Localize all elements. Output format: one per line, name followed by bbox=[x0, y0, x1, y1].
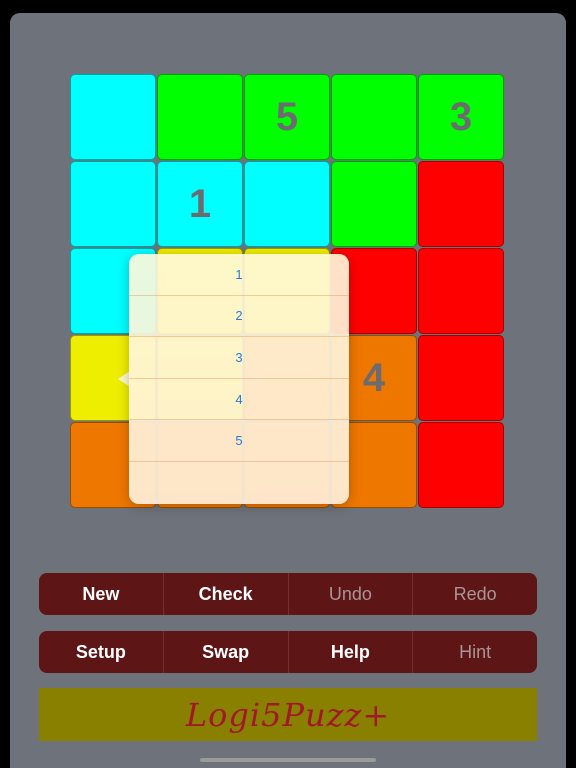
app-logo-title: Logi5Puzz+ bbox=[185, 695, 391, 734]
home-indicator[interactable] bbox=[200, 758, 376, 762]
grid-cell[interactable] bbox=[418, 335, 504, 421]
grid-cell[interactable] bbox=[418, 161, 504, 247]
grid-cell[interactable]: 1 bbox=[157, 161, 243, 247]
toolbar-row-1: New Check Undo Redo bbox=[39, 573, 537, 615]
grid-cell[interactable] bbox=[331, 74, 417, 160]
number-option[interactable]: 2 bbox=[129, 296, 349, 338]
hint-button[interactable]: Hint bbox=[413, 631, 537, 673]
number-option[interactable] bbox=[129, 462, 349, 504]
number-option[interactable]: 5 bbox=[129, 420, 349, 462]
undo-button[interactable]: Undo bbox=[289, 573, 414, 615]
grid-cell[interactable]: 5 bbox=[244, 74, 330, 160]
help-button[interactable]: Help bbox=[289, 631, 414, 673]
grid-cell[interactable] bbox=[418, 422, 504, 508]
app-banner: Logi5Puzz+ bbox=[39, 688, 537, 741]
grid-cell[interactable] bbox=[418, 248, 504, 334]
grid-cell[interactable] bbox=[70, 74, 156, 160]
toolbar-row-2: Setup Swap Help Hint bbox=[39, 631, 537, 673]
grid-cell[interactable] bbox=[331, 161, 417, 247]
setup-button[interactable]: Setup bbox=[39, 631, 164, 673]
check-button[interactable]: Check bbox=[164, 573, 289, 615]
number-option[interactable]: 1 bbox=[129, 254, 349, 296]
new-button[interactable]: New bbox=[39, 573, 164, 615]
number-option[interactable]: 4 bbox=[129, 379, 349, 421]
grid-cell[interactable] bbox=[244, 161, 330, 247]
number-picker-popover: 12345 bbox=[129, 254, 349, 504]
grid-cell[interactable]: 3 bbox=[418, 74, 504, 160]
grid-cell[interactable] bbox=[70, 161, 156, 247]
swap-button[interactable]: Swap bbox=[164, 631, 289, 673]
redo-button[interactable]: Redo bbox=[413, 573, 537, 615]
number-option[interactable]: 3 bbox=[129, 337, 349, 379]
app-screen: 5 3 1 4 12345 New Check Undo Redo Setup Swa… bbox=[10, 13, 566, 768]
grid-cell[interactable] bbox=[157, 74, 243, 160]
